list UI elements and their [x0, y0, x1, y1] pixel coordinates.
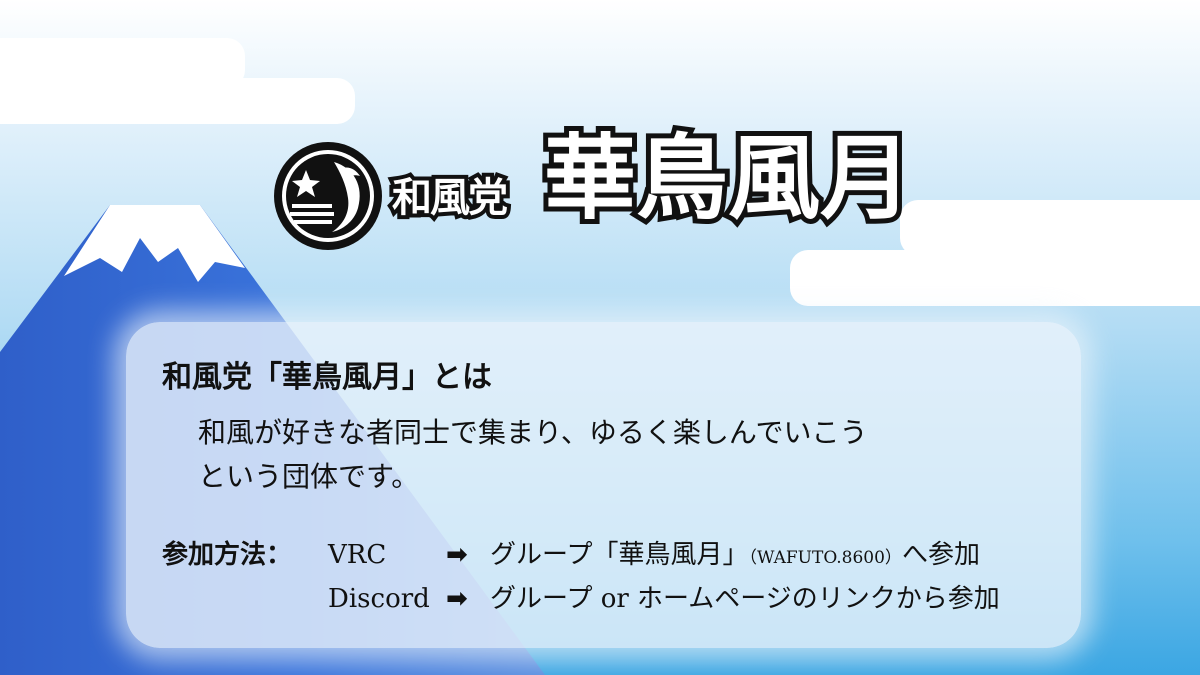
join-row-discord: Discord ➡ グループ or ホームページのリンクから参加	[328, 578, 1000, 615]
arrow-right-icon: ➡	[446, 540, 468, 570]
about-description: 和風が好きな者同士で集まり、ゆるく楽しんでいこう という団体です。	[198, 411, 867, 499]
vrc-group-text: グループ「華鳥風月」	[490, 540, 749, 570]
vrc-join-text: へ参加	[901, 540, 980, 570]
join-row-vrc: VRC ➡ グループ「華鳥風月」（WAFUTO.8600）へ参加	[328, 534, 980, 571]
join-method-label: 参加方法：	[162, 540, 293, 570]
arrow-right-icon: ➡	[446, 584, 468, 614]
platform-vrc: VRC	[328, 540, 387, 570]
party-name-logo-text: 和風党	[388, 170, 512, 225]
about-heading: 和風党「華鳥風月」とは	[162, 360, 492, 395]
platform-discord: Discord	[328, 584, 430, 614]
description-line-2: という団体です。	[198, 460, 420, 493]
description-line-1: 和風が好きな者同士で集まり、ゆるく楽しんでいこう	[198, 416, 868, 449]
sakura-wave-emblem-icon	[274, 142, 382, 250]
discord-join-text: グループ or ホームページのリンクから参加	[490, 584, 1000, 614]
group-name-logo-text: 華鳥風月	[539, 124, 917, 232]
vrc-group-code: （WAFUTO.8600）	[748, 548, 902, 568]
